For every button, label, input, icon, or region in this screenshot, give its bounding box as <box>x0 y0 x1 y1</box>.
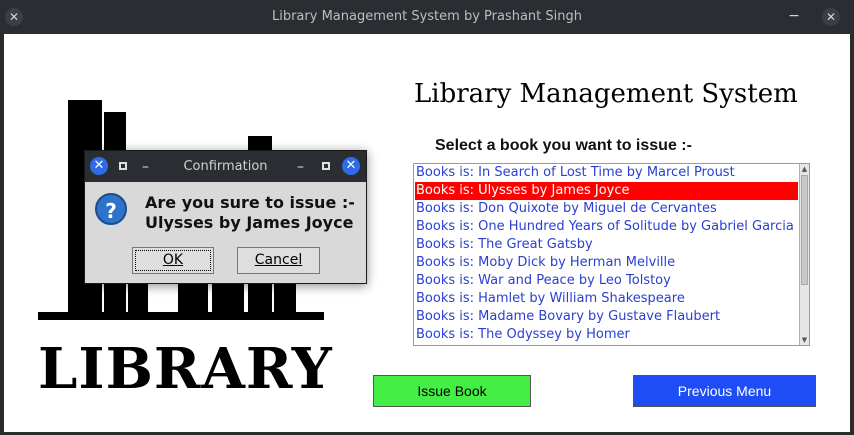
scroll-down-icon[interactable]: ▼ <box>800 335 809 345</box>
listbox-scrollbar[interactable]: ▲ ▼ <box>799 164 809 345</box>
dialog-minimize-icon[interactable]: – <box>297 159 304 175</box>
issue-book-button[interactable]: Issue Book <box>373 375 531 407</box>
logo-text: LIBRARY <box>38 336 333 402</box>
list-item[interactable]: Books is: In Search of Lost Time by Marc… <box>415 164 798 182</box>
list-item[interactable]: Books is: The Great Gatsby <box>415 236 798 254</box>
dialog-close-icon[interactable]: ✕ <box>342 157 360 175</box>
dialog-maximize-icon[interactable] <box>322 162 330 170</box>
book-listbox[interactable]: Books is: In Search of Lost Time by Marc… <box>413 163 810 346</box>
list-item[interactable]: Books is: Moby Dick by Herman Melville <box>415 254 798 272</box>
ok-button-label: OK <box>162 252 184 268</box>
select-book-label: Select a book you want to issue :- <box>435 137 692 154</box>
window-titlebar: ✕ Library Management System by Prashant … <box>0 0 854 34</box>
list-item[interactable]: Books is: Don Quixote by Miguel de Cerva… <box>415 200 798 218</box>
ok-button[interactable]: OK <box>132 247 214 274</box>
list-item[interactable]: Books is: One Hundred Years of Solitude … <box>415 218 798 236</box>
cancel-button[interactable]: Cancel <box>237 247 320 274</box>
scroll-up-icon[interactable]: ▲ <box>800 164 809 174</box>
list-item[interactable]: Books is: Hamlet by William Shakespeare <box>415 290 798 308</box>
cancel-button-label: Cancel <box>254 252 303 268</box>
minimize-icon[interactable]: − <box>786 7 802 24</box>
confirmation-dialog: ✕ – Confirmation – ✕ ? Are you sure to i… <box>84 150 367 284</box>
scrollbar-thumb[interactable] <box>801 175 808 285</box>
window-title: Library Management System by Prashant Si… <box>271 9 582 24</box>
app-heading: Library Management System <box>414 79 798 109</box>
list-item[interactable]: Books is: The Odyssey by Homer <box>415 326 798 344</box>
list-item-selected[interactable]: Books is: Ulysses by James Joyce <box>415 182 798 200</box>
close-icon[interactable]: ✕ <box>822 8 840 26</box>
dialog-message: Are you sure to issue :- Ulysses by Jame… <box>145 193 355 233</box>
question-icon: ? <box>95 193 127 225</box>
previous-menu-button[interactable]: Previous Menu <box>633 375 816 407</box>
list-item[interactable]: Books is: War and Peace by Leo Tolstoy <box>415 272 798 290</box>
list-item[interactable]: Books is: Madame Bovary by Gustave Flaub… <box>415 308 798 326</box>
dialog-message-line2: Ulysses by James Joyce <box>145 213 354 232</box>
dialog-message-line1: Are you sure to issue :- <box>145 193 355 212</box>
dialog-titlebar: ✕ – Confirmation – ✕ <box>85 151 366 182</box>
